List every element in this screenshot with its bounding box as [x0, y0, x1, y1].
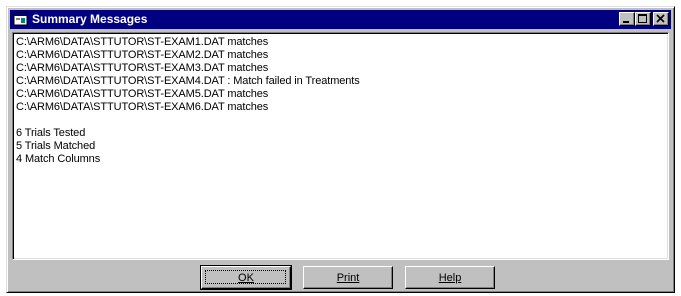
- app-window-icon[interactable]: [13, 12, 29, 27]
- message-line: C:\ARM6\DATA\STTUTOR\ST-EXAM5.DAT matche…: [16, 88, 269, 100]
- summary-messages-window: Summary Messages C:\ARM6\DATA\STTUTOR\ST…: [6, 6, 675, 293]
- close-button[interactable]: [653, 12, 669, 26]
- maximize-button[interactable]: [635, 12, 651, 26]
- help-button-label: Help: [438, 271, 462, 284]
- minimize-button[interactable]: [619, 12, 635, 26]
- message-line: C:\ARM6\DATA\STTUTOR\ST-EXAM2.DAT matche…: [16, 49, 269, 61]
- message-line: 6 Trials Tested: [16, 127, 86, 139]
- help-button[interactable]: Help: [405, 266, 495, 289]
- maximize-icon: [638, 14, 647, 23]
- print-button-label: Print: [336, 271, 360, 284]
- minimize-icon: [623, 21, 629, 23]
- focus-rectangle: [205, 270, 286, 284]
- message-line: C:\ARM6\DATA\STTUTOR\ST-EXAM1.DAT matche…: [16, 36, 269, 48]
- message-line: 5 Trials Matched: [16, 140, 96, 152]
- ok-button[interactable]: OK: [200, 265, 292, 290]
- summary-message-list[interactable]: C:\ARM6\DATA\STTUTOR\ST-EXAM1.DAT matche…: [12, 32, 669, 260]
- message-line: 4 Match Columns: [16, 153, 101, 165]
- message-line: C:\ARM6\DATA\STTUTOR\ST-EXAM3.DAT matche…: [16, 62, 269, 74]
- message-line: C:\ARM6\DATA\STTUTOR\ST-EXAM4.DAT : Matc…: [16, 75, 360, 87]
- print-button[interactable]: Print: [303, 266, 393, 289]
- message-line: C:\ARM6\DATA\STTUTOR\ST-EXAM6.DAT matche…: [16, 101, 269, 113]
- title-bar[interactable]: Summary Messages: [10, 10, 671, 29]
- window-title: Summary Messages: [32, 12, 148, 26]
- close-icon: [656, 14, 665, 23]
